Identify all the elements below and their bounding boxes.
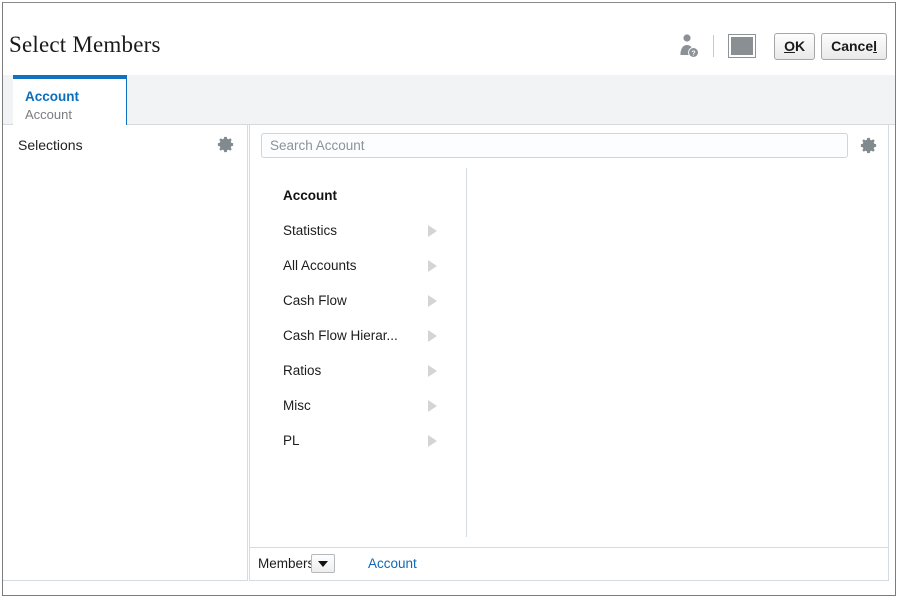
member-row[interactable]: Statistics xyxy=(250,213,466,248)
svg-text:?: ? xyxy=(691,51,695,58)
cancel-button[interactable]: Cance l xyxy=(821,32,887,60)
member-selection-panel: Account Statistics All Accounts Cash Flow Ca… xyxy=(249,125,889,581)
titlebar-actions: ? OK Cance l xyxy=(677,29,887,63)
member-row[interactable]: PL xyxy=(250,423,466,458)
member-list: Account Statistics All Accounts Cash Flow Ca… xyxy=(250,178,466,458)
members-dropdown-button[interactable] xyxy=(311,554,335,573)
member-label: Statistics xyxy=(283,223,338,238)
selections-panel: Selections xyxy=(3,125,248,581)
member-row[interactable]: Ratios xyxy=(250,353,466,388)
titlebar-divider xyxy=(713,35,715,57)
chevron-down-icon xyxy=(318,560,328,567)
selections-label: Selections xyxy=(18,137,83,153)
gear-icon-svg xyxy=(217,136,234,153)
tab-account-subtitle: Account xyxy=(25,107,72,122)
member-label: Ratios xyxy=(283,363,322,378)
expand-arrow-icon[interactable] xyxy=(428,224,437,237)
member-label: Cash Flow xyxy=(283,293,347,308)
member-label: Account xyxy=(283,188,337,203)
breadcrumb[interactable]: Account xyxy=(368,556,417,571)
tab-account[interactable]: Account Account xyxy=(13,75,127,125)
selections-header: Selections xyxy=(3,125,247,167)
expand-arrow-icon[interactable] xyxy=(428,434,437,447)
search-input[interactable] xyxy=(261,133,848,158)
member-row[interactable]: Cash Flow xyxy=(250,283,466,318)
expand-arrow-icon[interactable] xyxy=(428,259,437,272)
search-options-gear-icon[interactable] xyxy=(859,136,878,155)
selections-gear-icon[interactable] xyxy=(216,135,235,154)
expand-arrow-icon[interactable] xyxy=(428,329,437,342)
expand-arrow-icon[interactable] xyxy=(428,364,437,377)
member-footer-bar: Members Account xyxy=(250,547,888,580)
member-label: All Accounts xyxy=(283,258,357,273)
member-row[interactable]: Cash Flow Hierar... xyxy=(250,318,466,353)
dialog-titlebar: Select Members ? OK Cance l xyxy=(3,3,895,75)
member-row[interactable]: All Accounts xyxy=(250,248,466,283)
member-row[interactable]: Account xyxy=(250,178,466,213)
restore-square-fill xyxy=(731,37,754,55)
select-members-dialog: Select Members ? OK Cance l Account Acco… xyxy=(2,2,896,596)
person-help-icon-svg: ? xyxy=(680,34,699,58)
ok-button[interactable]: OK xyxy=(774,32,816,60)
members-label: Members xyxy=(258,556,315,571)
column-divider xyxy=(466,168,467,537)
expand-arrow-icon[interactable] xyxy=(428,399,437,412)
search-row xyxy=(250,125,888,167)
member-row[interactable]: Misc xyxy=(250,388,466,423)
page-title: Select Members xyxy=(9,32,161,57)
expand-arrow-icon[interactable] xyxy=(428,294,437,307)
member-tree-area: Account Statistics All Accounts Cash Flow Ca… xyxy=(250,167,888,547)
tab-strip: Account Account xyxy=(3,75,895,125)
restore-square-button[interactable] xyxy=(728,34,757,58)
member-label: Misc xyxy=(283,398,311,413)
tab-account-title: Account xyxy=(25,89,79,104)
member-label: Cash Flow Hierar... xyxy=(283,328,398,343)
person-help-icon[interactable]: ? xyxy=(677,32,703,60)
gear-icon-svg xyxy=(860,137,877,154)
member-label: PL xyxy=(283,433,300,448)
